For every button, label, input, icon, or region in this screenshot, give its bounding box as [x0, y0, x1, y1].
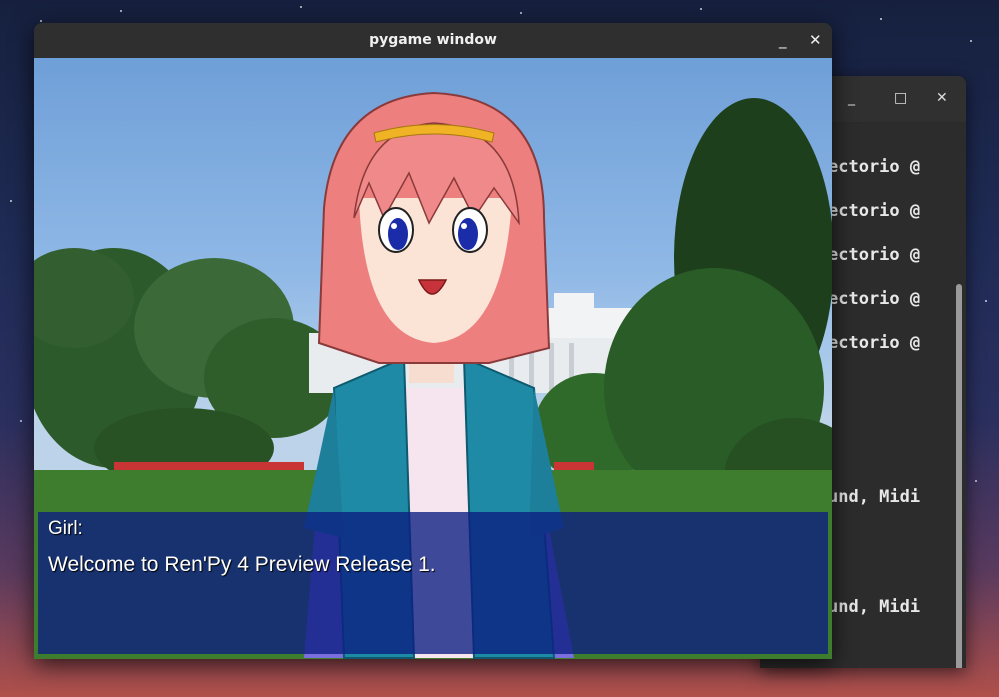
- speaker-name: Girl:: [48, 518, 83, 539]
- star: [970, 40, 972, 42]
- terminal-line: ectorio @: [828, 201, 921, 221]
- terminal-close-button[interactable]: ✕: [936, 90, 948, 106]
- terminal-line: und, Midi: [828, 597, 921, 617]
- terminal-line: und, Midi: [828, 487, 921, 507]
- terminal-line: ectorio @: [828, 289, 921, 309]
- star: [975, 480, 977, 482]
- pygame-window[interactable]: pygame window _ ✕ Girl: Welcome to Ren'P…: [34, 23, 832, 659]
- dialogue-box[interactable]: Girl: Welcome to Ren'Py 4 Preview Releas…: [38, 512, 828, 654]
- star: [10, 200, 12, 202]
- star: [20, 420, 22, 422]
- terminal-scrollbar[interactable]: [956, 284, 962, 668]
- terminal-line: ectorio @: [828, 157, 921, 177]
- game-canvas[interactable]: Girl: Welcome to Ren'Py 4 Preview Releas…: [34, 58, 832, 659]
- star: [300, 6, 302, 8]
- star: [985, 300, 987, 302]
- window-titlebar[interactable]: pygame window _ ✕: [34, 23, 832, 58]
- terminal-line: ectorio @: [828, 333, 921, 353]
- terminal-minimize-button[interactable]: _: [848, 90, 855, 106]
- star: [520, 12, 522, 14]
- star: [120, 10, 122, 12]
- close-button[interactable]: ✕: [809, 31, 822, 49]
- star: [700, 8, 702, 10]
- star: [880, 18, 882, 20]
- star: [40, 20, 42, 22]
- terminal-maximize-button[interactable]: □: [894, 90, 907, 106]
- minimize-button[interactable]: _: [779, 31, 787, 49]
- dialogue-text: Welcome to Ren'Py 4 Preview Release 1.: [48, 553, 436, 576]
- window-title: pygame window: [369, 32, 497, 48]
- terminal-line: ectorio @: [828, 245, 921, 265]
